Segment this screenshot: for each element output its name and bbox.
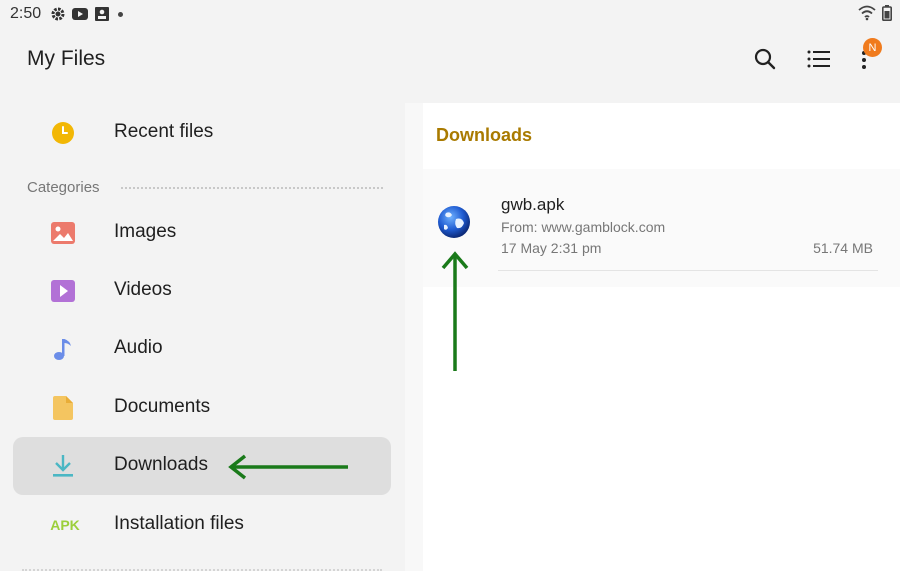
download-icon	[51, 454, 75, 478]
music-note-icon	[51, 337, 75, 361]
status-bar: 2:50	[0, 0, 900, 28]
categories-divider	[121, 187, 383, 189]
main-panel: Downloads gwb.apk From: www.gamblock.com…	[405, 103, 900, 571]
apk-icon-text: APK	[50, 517, 80, 533]
sidebar-item-images[interactable]: Images	[13, 204, 391, 262]
sidebar: Recent files Categories Images Videos Au…	[0, 103, 405, 571]
annotation-arrow-left	[228, 454, 348, 480]
battery-icon	[882, 5, 892, 21]
file-size: 51.74 MB	[813, 240, 873, 256]
sidebar-item-label: Images	[114, 221, 177, 242]
sidebar-item-label: Recent files	[114, 121, 214, 142]
youtube-icon	[72, 8, 88, 20]
apk-icon: APK	[49, 513, 81, 537]
sidebar-item-label: Documents	[114, 396, 211, 417]
status-time: 2:50	[10, 5, 42, 22]
photo-icon	[95, 7, 109, 21]
categories-heading: Categories	[27, 179, 100, 196]
search-icon	[754, 48, 776, 70]
file-date: 17 May 2:31 pm	[501, 240, 602, 256]
document-icon	[51, 396, 75, 420]
notification-badge: N	[863, 38, 882, 57]
file-source: From: www.gamblock.com	[501, 219, 666, 235]
sidebar-item-installation-files[interactable]: APK Installation files	[13, 496, 391, 554]
panel-gutter	[405, 103, 423, 571]
dot-icon	[118, 11, 123, 17]
wifi-icon	[858, 5, 876, 21]
image-icon	[51, 221, 75, 245]
search-button[interactable]	[750, 44, 780, 74]
sidebar-item-videos[interactable]: Videos	[13, 262, 391, 320]
file-divider	[498, 270, 878, 271]
list-view-button[interactable]	[804, 44, 834, 74]
sidebar-item-label: Installation files	[114, 513, 244, 534]
sidebar-item-label: Videos	[114, 279, 172, 300]
annotation-arrow-up	[441, 251, 469, 371]
sidebar-item-label: Audio	[114, 337, 163, 358]
sidebar-item-recent-files[interactable]: Recent files	[13, 104, 391, 162]
list-view-icon	[807, 50, 830, 68]
clock-icon	[51, 121, 75, 145]
sidebar-item-documents[interactable]: Documents	[13, 379, 391, 437]
gear-icon	[51, 7, 65, 21]
page-title: My Files	[27, 47, 106, 70]
status-notification-icons	[50, 6, 123, 22]
globe-icon	[438, 206, 470, 238]
file-name: gwb.apk	[501, 195, 565, 214]
video-icon	[51, 279, 75, 303]
status-system-icons	[858, 5, 892, 21]
file-list-item[interactable]: gwb.apk From: www.gamblock.com 17 May 2:…	[423, 169, 900, 287]
section-title: Downloads	[436, 125, 533, 145]
sidebar-item-audio[interactable]: Audio	[13, 320, 391, 378]
sidebar-item-label: Downloads	[114, 454, 208, 475]
